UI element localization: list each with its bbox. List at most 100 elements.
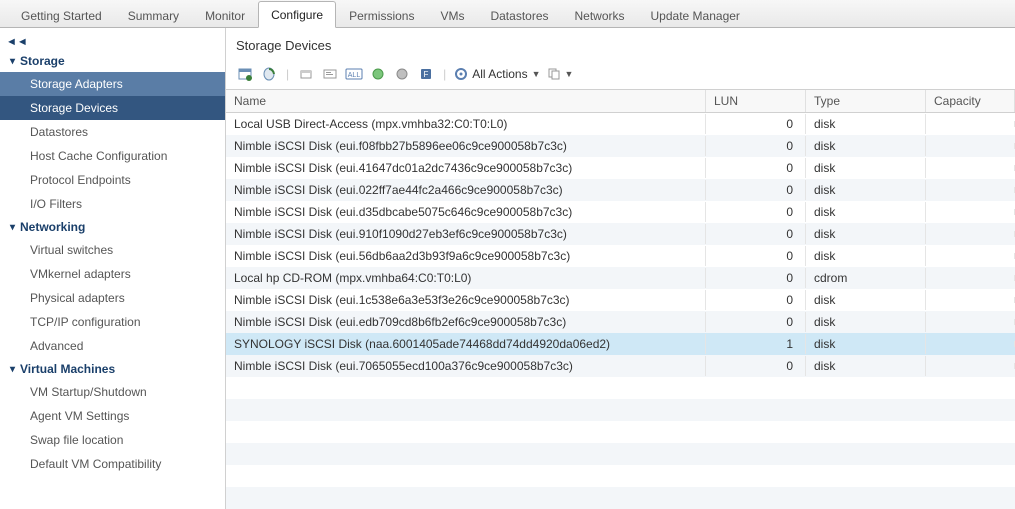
nav-group-networking[interactable]: ▾Networking	[0, 216, 225, 238]
tab-summary[interactable]: Summary	[115, 2, 192, 28]
cell-type: disk	[806, 290, 926, 310]
tab-networks[interactable]: Networks	[562, 2, 638, 28]
rename-icon[interactable]	[321, 65, 339, 83]
nav-item-agent-vm-settings[interactable]: Agent VM Settings	[0, 404, 225, 428]
nav-item-swap-file-location[interactable]: Swap file location	[0, 428, 225, 452]
nav-group-label: Storage	[20, 54, 65, 68]
copy-menu[interactable]: ▼	[547, 67, 574, 81]
caret-down-icon: ▾	[10, 56, 20, 67]
cell-lun: 0	[706, 312, 806, 332]
cell-lun: 0	[706, 246, 806, 266]
tab-vms[interactable]: VMs	[427, 2, 477, 28]
column-header-lun[interactable]: LUN	[706, 90, 806, 112]
toolbar: | ALL F | All Actions ▼	[226, 61, 1015, 89]
tab-datastores[interactable]: Datastores	[477, 2, 561, 28]
table-row[interactable]: Nimble iSCSI Disk (eui.41647dc01a2dc7436…	[226, 157, 1015, 179]
column-header-type[interactable]: Type	[806, 90, 926, 112]
cell-lun: 0	[706, 114, 806, 134]
caret-down-icon: ▼	[565, 69, 574, 79]
nav-item-vmkernel-adapters[interactable]: VMkernel adapters	[0, 262, 225, 286]
table-row[interactable]: Nimble iSCSI Disk (eui.56db6aa2d3b93f9a6…	[226, 245, 1015, 267]
grid-header: Name LUN Type Capacity	[226, 90, 1015, 113]
mark-flash-icon[interactable]: F	[417, 65, 435, 83]
cell-name: Nimble iSCSI Disk (eui.41647dc01a2dc7436…	[226, 158, 706, 178]
cell-name: Nimble iSCSI Disk (eui.910f1090d27eb3ef6…	[226, 224, 706, 244]
cell-capacity	[926, 363, 1015, 369]
rescan-icon[interactable]	[260, 65, 278, 83]
table-row[interactable]: Nimble iSCSI Disk (eui.f08fbb27b5896ee06…	[226, 135, 1015, 157]
sidebar-collapse-handle[interactable]: ◄◄	[0, 34, 225, 50]
gear-icon	[454, 67, 468, 81]
content-pane: Storage Devices | ALL	[226, 28, 1015, 509]
top-tab-bar: Getting StartedSummaryMonitorConfigurePe…	[0, 0, 1015, 28]
tab-update-manager[interactable]: Update Manager	[638, 2, 753, 28]
all-icon[interactable]: ALL	[345, 65, 363, 83]
cell-name: Nimble iSCSI Disk (eui.022ff7ae44fc2a466…	[226, 180, 706, 200]
table-row[interactable]: Nimble iSCSI Disk (eui.1c538e6a3e53f3e26…	[226, 289, 1015, 311]
turn-off-led-icon[interactable]	[393, 65, 411, 83]
caret-down-icon: ▾	[10, 222, 20, 233]
table-row[interactable]: Nimble iSCSI Disk (eui.d35dbcabe5075c646…	[226, 201, 1015, 223]
cell-capacity	[926, 121, 1015, 127]
nav-group-label: Networking	[20, 220, 85, 234]
empty-row	[226, 421, 1015, 443]
cell-capacity	[926, 209, 1015, 215]
refresh-icon[interactable]	[236, 65, 254, 83]
nav-item-advanced[interactable]: Advanced	[0, 334, 225, 358]
cell-capacity	[926, 297, 1015, 303]
nav-item-default-vm-compatibility[interactable]: Default VM Compatibility	[0, 452, 225, 476]
tab-monitor[interactable]: Monitor	[192, 2, 258, 28]
nav-item-host-cache-configuration[interactable]: Host Cache Configuration	[0, 144, 225, 168]
nav-item-vm-startup-shutdown[interactable]: VM Startup/Shutdown	[0, 380, 225, 404]
nav-item-tcp-ip-configuration[interactable]: TCP/IP configuration	[0, 310, 225, 334]
nav-group-virtual-machines[interactable]: ▾Virtual Machines	[0, 358, 225, 380]
cell-name: Nimble iSCSI Disk (eui.1c538e6a3e53f3e26…	[226, 290, 706, 310]
main-area: ◄◄ ▾StorageStorage AdaptersStorage Devic…	[0, 28, 1015, 509]
cell-lun: 0	[706, 136, 806, 156]
nav-item-i-o-filters[interactable]: I/O Filters	[0, 192, 225, 216]
cell-lun: 0	[706, 290, 806, 310]
cell-name: Nimble iSCSI Disk (eui.7065055ecd100a376…	[226, 356, 706, 376]
detach-icon[interactable]	[297, 65, 315, 83]
caret-down-icon: ▼	[532, 69, 541, 79]
table-row[interactable]: Local USB Direct-Access (mpx.vmhba32:C0:…	[226, 113, 1015, 135]
table-row[interactable]: Nimble iSCSI Disk (eui.910f1090d27eb3ef6…	[226, 223, 1015, 245]
cell-capacity	[926, 143, 1015, 149]
table-row[interactable]: Nimble iSCSI Disk (eui.022ff7ae44fc2a466…	[226, 179, 1015, 201]
cell-name: Nimble iSCSI Disk (eui.d35dbcabe5075c646…	[226, 202, 706, 222]
svg-text:ALL: ALL	[348, 72, 361, 79]
cell-name: SYNOLOGY iSCSI Disk (naa.6001405ade74468…	[226, 334, 706, 354]
cell-lun: 0	[706, 268, 806, 288]
all-actions-menu[interactable]: All Actions ▼	[454, 67, 540, 81]
all-actions-label: All Actions	[472, 67, 527, 81]
column-header-capacity[interactable]: Capacity	[926, 90, 1015, 112]
nav-group-storage[interactable]: ▾Storage	[0, 50, 225, 72]
tab-getting-started[interactable]: Getting Started	[8, 2, 115, 28]
nav-item-protocol-endpoints[interactable]: Protocol Endpoints	[0, 168, 225, 192]
table-row[interactable]: SYNOLOGY iSCSI Disk (naa.6001405ade74468…	[226, 333, 1015, 355]
tab-permissions[interactable]: Permissions	[336, 2, 427, 28]
nav-item-physical-adapters[interactable]: Physical adapters	[0, 286, 225, 310]
cell-capacity	[926, 165, 1015, 171]
cell-capacity	[926, 253, 1015, 259]
empty-row	[226, 465, 1015, 487]
sidebar: ◄◄ ▾StorageStorage AdaptersStorage Devic…	[0, 28, 226, 509]
cell-lun: 0	[706, 158, 806, 178]
nav-item-storage-devices[interactable]: Storage Devices	[0, 96, 225, 120]
cell-type: disk	[806, 356, 926, 376]
table-row[interactable]: Nimble iSCSI Disk (eui.7065055ecd100a376…	[226, 355, 1015, 377]
nav-item-datastores[interactable]: Datastores	[0, 120, 225, 144]
nav-item-storage-adapters[interactable]: Storage Adapters	[0, 72, 225, 96]
table-row[interactable]: Nimble iSCSI Disk (eui.edb709cd8b6fb2ef6…	[226, 311, 1015, 333]
nav-group-label: Virtual Machines	[20, 362, 115, 376]
table-row[interactable]: Local hp CD-ROM (mpx.vmhba64:C0:T0:L0)0c…	[226, 267, 1015, 289]
tab-configure[interactable]: Configure	[258, 1, 336, 28]
column-header-name[interactable]: Name	[226, 90, 706, 112]
cell-lun: 0	[706, 202, 806, 222]
turn-on-led-icon[interactable]	[369, 65, 387, 83]
cell-lun: 0	[706, 224, 806, 244]
cell-type: disk	[806, 312, 926, 332]
cell-type: disk	[806, 202, 926, 222]
cell-capacity	[926, 341, 1015, 347]
nav-item-virtual-switches[interactable]: Virtual switches	[0, 238, 225, 262]
